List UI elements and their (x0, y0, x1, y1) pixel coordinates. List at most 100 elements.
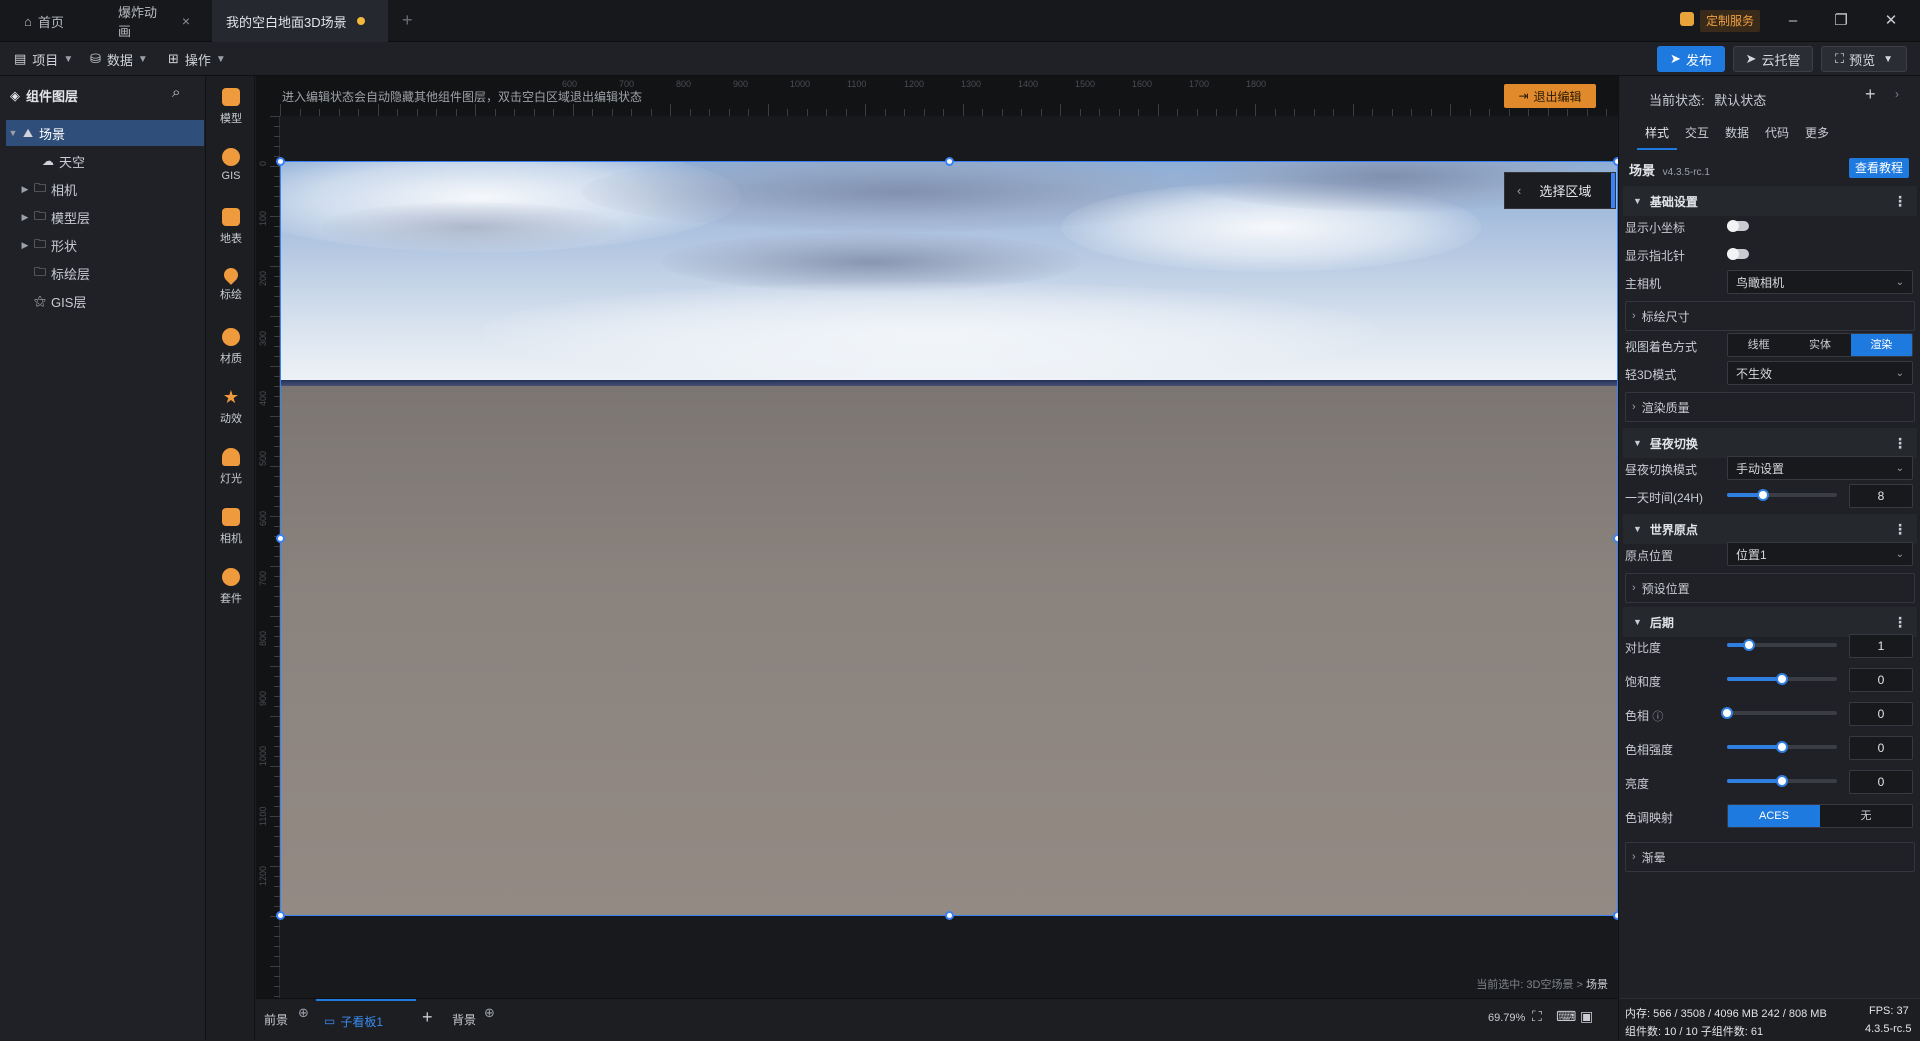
tool-effect[interactable]: ★ 动效 (207, 376, 255, 436)
foreground-tab[interactable]: 前景 (264, 1011, 288, 1028)
help-circle-icon[interactable]: ⓘ (1652, 711, 1663, 723)
main-camera-select[interactable]: 鸟瞰相机 ⌄ (1727, 270, 1913, 294)
tree-item-marker-layer[interactable]: 🗀 标绘层 (6, 260, 204, 286)
menu-data[interactable]: ⛁ 数据 ▼ (90, 42, 148, 76)
color-mode-render[interactable]: 渲染 (1850, 334, 1912, 356)
tab-code[interactable]: 代码 (1757, 124, 1797, 150)
tree-item-gis-layer[interactable]: ⚝ GIS层 (6, 288, 204, 314)
editor-canvas[interactable]: 600 700 800 900 1000 1100 1200 1300 1400 1500 1600… (256, 76, 1618, 998)
tonemap-aces[interactable]: ACES (1728, 805, 1820, 827)
slider-knob[interactable] (1776, 775, 1788, 787)
section-post-processing[interactable]: ▼ 后期 ⋮ (1623, 607, 1917, 637)
tool-marker[interactable]: 标绘 (207, 256, 255, 316)
hue-intensity-slider[interactable] (1727, 741, 1837, 753)
tool-camera[interactable]: 相机 (207, 496, 255, 556)
tool-gis[interactable]: GIS (207, 136, 255, 196)
saturation-input[interactable]: 0 (1849, 668, 1913, 692)
scene-viewport[interactable] (280, 161, 1618, 916)
marker-size-collapsible[interactable]: › 标绘尺寸 (1625, 301, 1915, 331)
tab-more[interactable]: 更多 (1797, 124, 1837, 150)
tree-item-shape[interactable]: ▶ 🗀 形状 (6, 232, 204, 258)
custom-service-button[interactable]: 定制服务 (1700, 10, 1761, 32)
background-tab[interactable]: 背景 (452, 1011, 476, 1028)
chevron-right-icon[interactable]: › (1895, 87, 1899, 101)
preview-button[interactable]: ⛶ 预览 ▼ (1821, 46, 1907, 72)
more-vertical-icon[interactable]: ⋮ (1893, 521, 1907, 538)
tool-kit[interactable]: 套件 (207, 556, 255, 616)
day-night-mode-select[interactable]: 手动设置 ⌄ (1727, 456, 1913, 480)
color-mode-wireframe[interactable]: 线框 (1728, 334, 1790, 356)
menu-project[interactable]: ▤ 项目 ▼ (14, 42, 73, 76)
resize-handle[interactable] (276, 157, 285, 166)
tab-interaction[interactable]: 交互 (1677, 124, 1717, 150)
slider-knob[interactable] (1721, 707, 1733, 719)
more-vertical-icon[interactable]: ⋮ (1893, 193, 1907, 210)
tree-item-camera[interactable]: ▶ 🗀 相机 (6, 176, 204, 202)
resize-handle[interactable] (945, 157, 954, 166)
tab-explosion-animation[interactable]: 爆炸动画 × (104, 0, 204, 42)
menu-operate[interactable]: ⊞ 操作 ▼ (168, 42, 226, 76)
section-day-night[interactable]: ▼ 昼夜切换 ⋮ (1623, 428, 1917, 458)
fit-screen-icon[interactable]: ⛶ (1532, 1008, 1542, 1025)
hue-intensity-input[interactable]: 0 (1849, 736, 1913, 760)
keyboard-icon[interactable]: ⌨ (1556, 1008, 1576, 1025)
add-background-icon[interactable]: ⊕ (484, 1005, 495, 1021)
vignette-collapsible[interactable]: › 渐晕 (1625, 842, 1915, 872)
color-mode-solid[interactable]: 实体 (1789, 334, 1851, 356)
restore-icon[interactable]: ❐ (1828, 8, 1854, 34)
tool-light[interactable]: 灯光 (207, 436, 255, 496)
tree-item-scene[interactable]: ▼ ⛰ 场景 (6, 120, 204, 146)
saturation-slider[interactable] (1727, 673, 1837, 685)
section-world-origin[interactable]: ▼ 世界原点 ⋮ (1623, 514, 1917, 544)
more-vertical-icon[interactable]: ⋮ (1893, 614, 1907, 631)
add-board-icon[interactable]: + (422, 1007, 433, 1028)
brightness-slider[interactable] (1727, 775, 1837, 787)
select-region-button[interactable]: ‹ 选择区域 (1504, 172, 1616, 209)
section-basic-settings[interactable]: ▼ 基础设置 ⋮ (1623, 186, 1917, 216)
slider-knob[interactable] (1743, 639, 1755, 651)
add-state-icon[interactable]: + (1865, 84, 1876, 105)
close-window-icon[interactable]: ✕ (1878, 8, 1904, 34)
slider-knob[interactable] (1776, 673, 1788, 685)
publish-button[interactable]: ➤ 发布 (1657, 46, 1725, 72)
contrast-slider[interactable] (1727, 639, 1837, 651)
board-tab[interactable]: ▭ 子看板1 (316, 999, 416, 1041)
minimize-icon[interactable]: – (1780, 8, 1806, 34)
daytime-input[interactable]: 8 (1849, 484, 1913, 508)
tab-scene[interactable]: 我的空白地面3D场景 (212, 0, 388, 42)
exit-edit-button[interactable]: ⇥ 退出编辑 (1504, 84, 1596, 108)
tree-item-sky[interactable]: ☁ 天空 (6, 148, 204, 174)
tree-item-model-layer[interactable]: ▶ 🗀 模型层 (6, 204, 204, 230)
add-foreground-icon[interactable]: ⊕ (298, 1005, 309, 1021)
contrast-input[interactable]: 1 (1849, 634, 1913, 658)
more-vertical-icon[interactable]: ⋮ (1893, 435, 1907, 452)
preset-position-collapsible[interactable]: › 预设位置 (1625, 573, 1915, 603)
hue-input[interactable]: 0 (1849, 702, 1913, 726)
light-3d-select[interactable]: 不生效 ⌄ (1727, 361, 1913, 385)
tool-terrain[interactable]: 地表 (207, 196, 255, 256)
terminal-icon[interactable]: ▣ (1580, 1008, 1593, 1025)
tonemap-none[interactable]: 无 (1820, 805, 1912, 827)
tool-material[interactable]: 材质 (207, 316, 255, 376)
render-quality-collapsible[interactable]: › 渲染质量 (1625, 392, 1915, 422)
tutorial-button[interactable]: 查看教程 (1849, 158, 1909, 178)
tab-style[interactable]: 样式 (1637, 124, 1677, 150)
slider-knob[interactable] (1757, 489, 1770, 501)
resize-handle[interactable] (945, 911, 954, 920)
cloud-host-button[interactable]: ➤ 云托管 (1733, 46, 1813, 72)
search-icon[interactable]: ⌕ (172, 84, 180, 101)
new-tab-plus-icon[interactable]: + (402, 10, 413, 31)
brightness-input[interactable]: 0 (1849, 770, 1913, 794)
slider-knob[interactable] (1776, 741, 1788, 753)
resize-handle[interactable] (276, 534, 285, 543)
tab-data[interactable]: 数据 (1717, 124, 1757, 150)
tab-home[interactable]: ⌂ 首页 (10, 0, 98, 42)
show-compass-toggle[interactable] (1727, 248, 1749, 260)
show-axis-toggle[interactable] (1727, 220, 1749, 232)
daytime-slider[interactable] (1727, 489, 1837, 501)
origin-position-select[interactable]: 位置1 ⌄ (1727, 542, 1913, 566)
close-icon[interactable]: × (182, 13, 190, 29)
hue-slider[interactable] (1721, 707, 1837, 719)
tool-model[interactable]: 模型 (207, 76, 255, 136)
resize-handle[interactable] (276, 911, 285, 920)
